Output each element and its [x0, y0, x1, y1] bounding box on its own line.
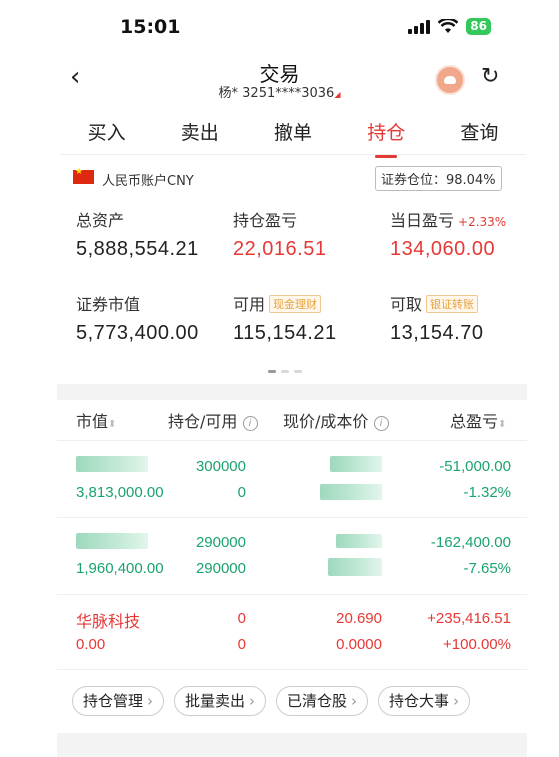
stock-name-blurred [76, 456, 148, 472]
daily-pnl-value: 134,060.00 [390, 238, 496, 260]
chevron-right-icon: › [453, 692, 460, 710]
row-pnl: +235,416.51 [427, 610, 511, 627]
available-label: 可用 现金理财 [233, 291, 322, 315]
info-icon[interactable]: i [373, 416, 389, 431]
section-divider [57, 384, 527, 400]
market-value-label: 证券市值 [76, 295, 141, 314]
table-row[interactable] [57, 441, 527, 517]
account-selector[interactable]: 杨* 3251****3036◢ [0, 82, 559, 101]
account-number: 杨* 3251****3036 [218, 86, 335, 101]
chevron-right-icon: › [249, 692, 256, 710]
trade-tabs: 买入 卖出 撤单 持仓 查询 [60, 118, 526, 145]
table-row[interactable] [57, 518, 527, 594]
battery-icon: 86 [466, 18, 491, 35]
row-cost-blurred [328, 558, 382, 576]
column-header-price: 现价/成本价 i [283, 408, 389, 432]
refresh-icon[interactable]: ↻ [481, 64, 499, 89]
cleared-stocks-button[interactable]: 已清仓股 › [276, 686, 369, 716]
section-divider [57, 733, 527, 757]
position-management-button[interactable]: 持仓管理 › [72, 686, 165, 716]
row-position: 0 [237, 610, 246, 627]
cash-management-tag[interactable]: 现金理财 [269, 295, 322, 313]
sort-icon: ⬍ [108, 419, 117, 430]
row-market-value: 1,960,400.00 [76, 560, 164, 577]
row-cost-blurred [320, 484, 382, 500]
table-row[interactable] [57, 595, 527, 669]
divider [60, 154, 526, 155]
total-assets-value: 5,888,554.21 [76, 238, 199, 260]
row-pnl: -51,000.00 [439, 458, 511, 475]
tab-positions[interactable]: 持仓 [340, 118, 433, 145]
wifi-icon [438, 19, 459, 33]
column-header-market-value[interactable]: 市值⬍ [76, 408, 116, 432]
row-position: 300000 [195, 458, 246, 475]
row-market-value: 3,813,000.00 [76, 484, 164, 501]
batch-sell-button[interactable]: 批量卖出 › [174, 686, 267, 716]
position-ratio-badge: 证券仓位：98.04% [375, 166, 502, 191]
avatar[interactable] [435, 65, 465, 95]
row-price-blurred [330, 456, 382, 472]
status-icons: 86 [408, 18, 491, 35]
row-price: 20.690 [336, 610, 382, 627]
withdrawable-value: 13,154.70 [390, 322, 484, 344]
row-pnl: -162,400.00 [430, 534, 511, 551]
currency-label: 人民币账户CNY [102, 174, 194, 189]
status-time: 15:01 [120, 16, 181, 38]
divider [57, 669, 527, 670]
row-position: 290000 [195, 534, 246, 551]
row-pnl-pct: -7.65% [463, 560, 511, 577]
chevron-right-icon: › [147, 692, 154, 710]
tab-cancel[interactable]: 撤单 [246, 118, 339, 145]
row-pnl-pct: -1.32% [463, 484, 511, 501]
row-available: 0 [237, 484, 246, 501]
chevron-right-icon: › [351, 692, 358, 710]
action-bar: 持仓管理 › 批量卖出 › 已清仓股 › 持仓大事 › [72, 686, 471, 716]
bank-transfer-tag[interactable]: 银证转账 [426, 295, 479, 313]
position-events-button[interactable]: 持仓大事 › [378, 686, 471, 716]
daily-pnl-label: 当日盈亏 +2.33% [390, 211, 507, 230]
tab-sell[interactable]: 卖出 [153, 118, 246, 145]
row-price-blurred [336, 534, 382, 548]
market-value-value: 5,773,400.00 [76, 322, 199, 344]
row-available: 0 [237, 636, 246, 653]
sort-icon: ⬍ [498, 419, 507, 430]
total-assets-label: 总资产 [76, 211, 125, 230]
row-cost: 0.0000 [336, 636, 382, 653]
row-pnl-pct: +100.00% [443, 636, 511, 653]
holding-pnl-label: 持仓盈亏 [233, 211, 298, 230]
holding-pnl-value: 22,016.51 [233, 238, 327, 260]
withdrawable-label: 可取 银证转账 [390, 291, 479, 315]
daily-pnl-pct: +2.33% [458, 215, 507, 229]
info-icon[interactable]: i [242, 416, 258, 431]
stock-name-blurred [76, 533, 148, 549]
tab-query[interactable]: 查询 [433, 118, 526, 145]
china-flag-icon [73, 167, 94, 184]
tab-buy[interactable]: 买入 [60, 118, 153, 145]
row-available: 290000 [195, 560, 246, 577]
column-header-pnl[interactable]: 总盈亏⬍ [450, 408, 506, 432]
page-indicator [268, 370, 302, 373]
signal-icon [408, 19, 431, 34]
row-market-value: 0.00 [76, 636, 106, 653]
dropdown-triangle-icon: ◢ [334, 90, 341, 99]
row-stock-name: 华脉科技 [76, 614, 141, 631]
column-header-position: 持仓/可用 i [168, 408, 258, 432]
available-value: 115,154.21 [233, 322, 337, 344]
